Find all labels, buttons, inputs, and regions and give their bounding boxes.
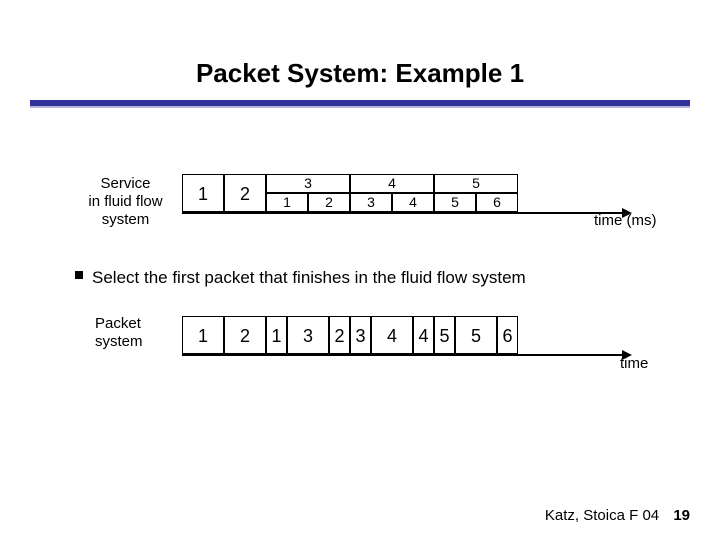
fluid-lower-segment: 5 [434,193,476,212]
slide-title: Packet System: Example 1 [0,58,720,89]
packet-segment: 1 [182,316,224,354]
bullet-text: Select the first packet that finishes in… [92,268,526,288]
packet-segment: 3 [287,316,329,354]
fluid-upper-segment: 4 [350,174,434,193]
fluid-flow-label: Servicein fluid flowsystem [78,175,173,229]
fluid-lower-segment: 3 [350,193,392,212]
packet-segment: 5 [434,316,455,354]
fluid-lower-segment: 4 [392,193,434,212]
footer: Katz, Stoica F 04 19 [545,507,690,524]
packet-segment: 3 [350,316,371,354]
packet-segment: 1 [266,316,287,354]
packet-segment: 2 [224,316,266,354]
packet-system-label: Packetsystem [95,315,165,351]
fluid-lower-segment: 6 [476,193,518,212]
packet-segment: 5 [455,316,497,354]
packet-segment: 2 [329,316,350,354]
packet-axis-label: time [620,355,648,372]
fluid-upper-segment: 5 [434,174,518,193]
fluid-axis-label: time (ms) [594,212,657,229]
title-rule [30,100,690,108]
fluid-full-segment: 2 [224,174,266,212]
packet-segment: 4 [413,316,434,354]
fluid-lower-segment: 2 [308,193,350,212]
bullet-icon [75,271,83,279]
fluid-upper-segment: 3 [266,174,350,193]
fluid-axis-line [182,212,622,214]
footer-attribution: Katz, Stoica F 04 [545,507,659,524]
fluid-full-segment: 1 [182,174,224,212]
fluid-lower-segment: 1 [266,193,308,212]
page-number: 19 [673,507,690,524]
packet-segment: 6 [497,316,518,354]
packet-segment: 4 [371,316,413,354]
packet-axis-line [182,354,622,356]
